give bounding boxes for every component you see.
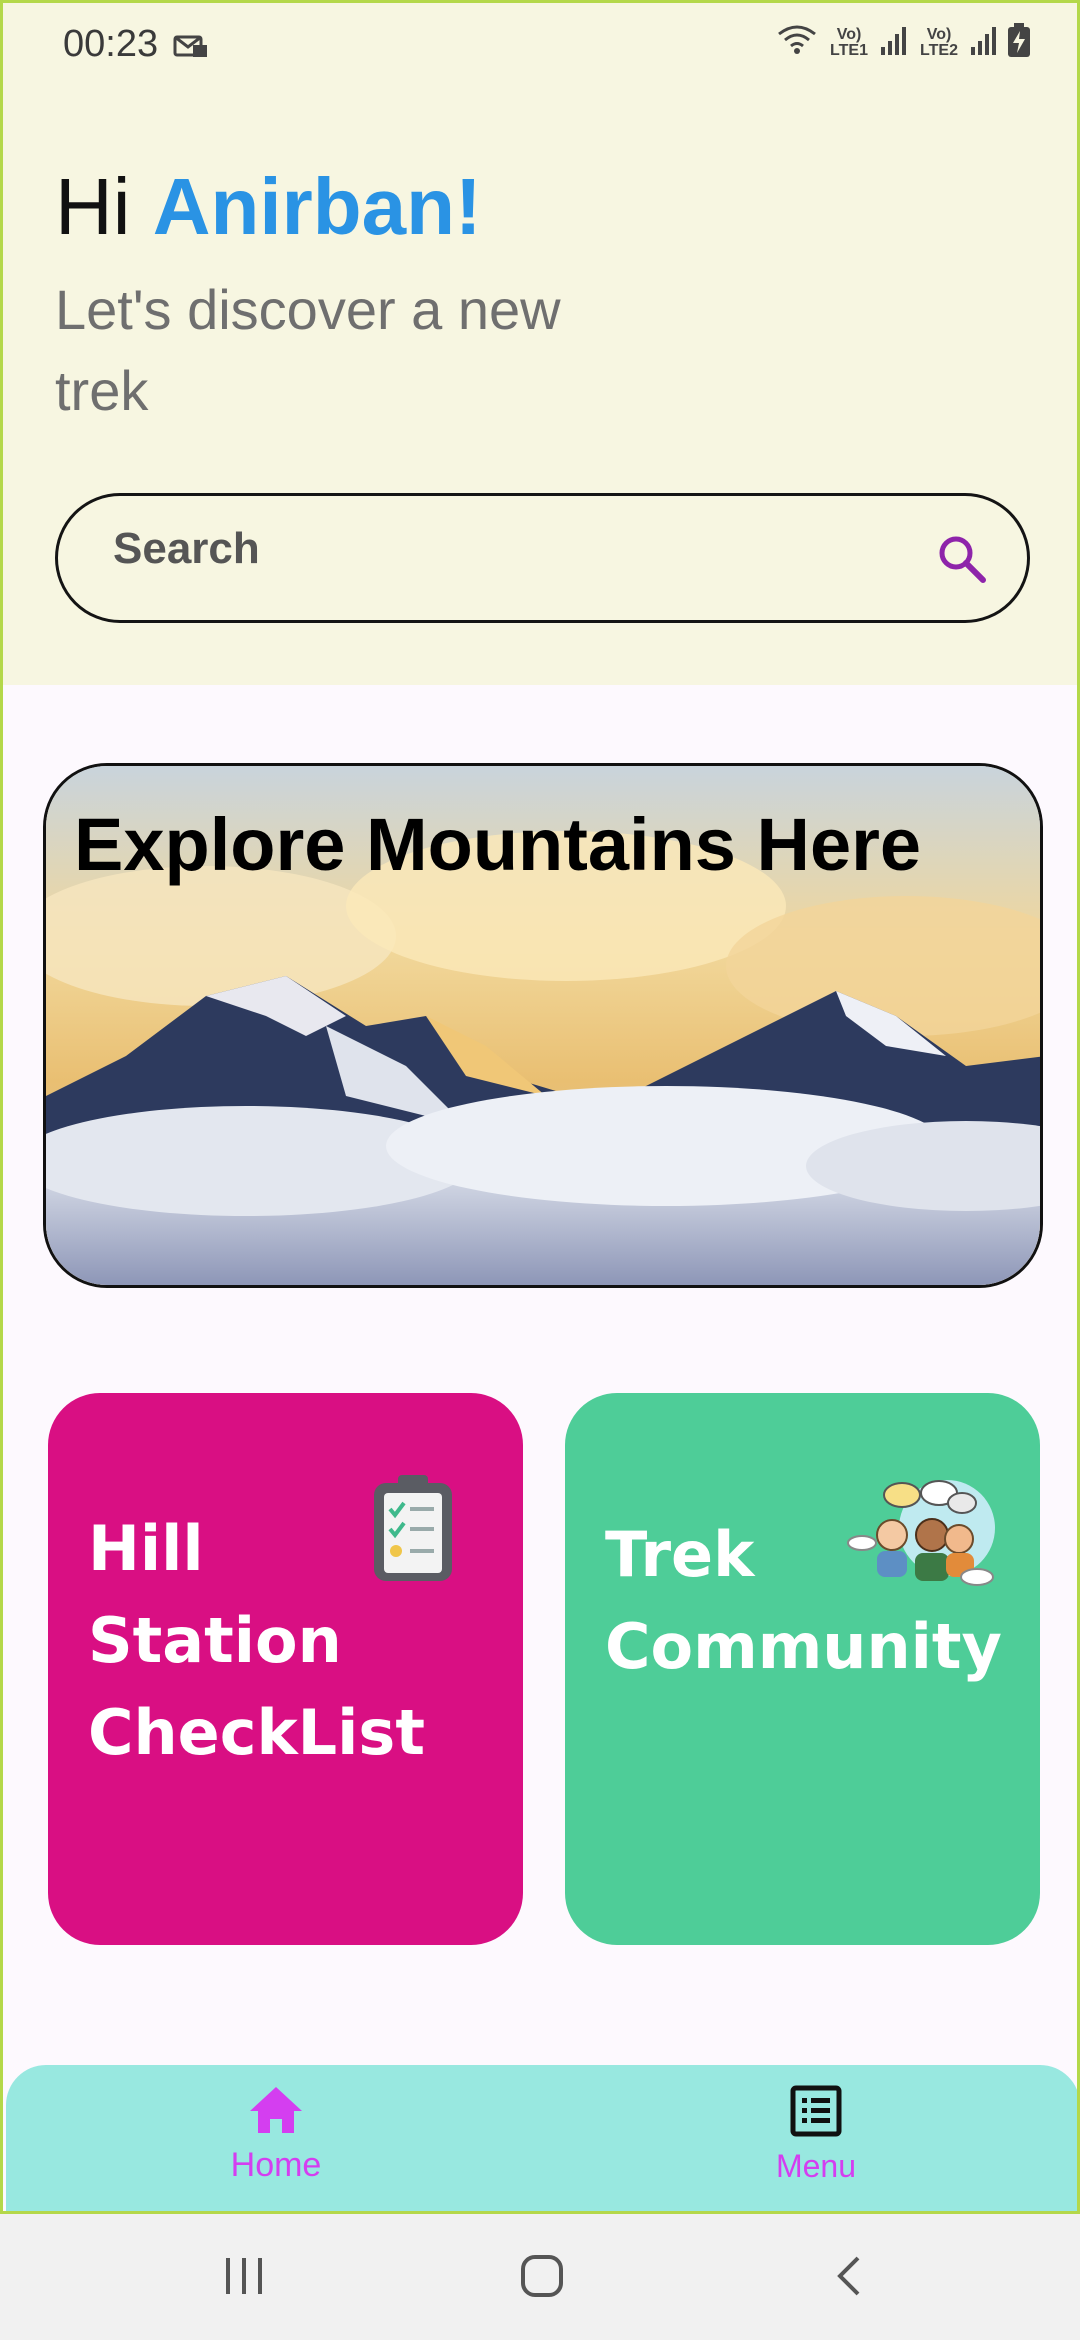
greeting: Hi Anirban! bbox=[55, 161, 482, 253]
mail-icon bbox=[173, 33, 211, 66]
greeting-prefix: Hi bbox=[55, 162, 153, 251]
nav-item-menu[interactable]: Menu bbox=[706, 2085, 926, 2185]
search-bar[interactable]: Search bbox=[55, 493, 1030, 623]
greeting-subtitle: Let's discover a new trek bbox=[55, 278, 561, 422]
signal-icon bbox=[881, 25, 907, 60]
clipboard-checklist-icon bbox=[370, 1473, 456, 1590]
system-navigation-bar bbox=[0, 2214, 1080, 2340]
trek-community-card[interactable]: Trek Community bbox=[565, 1393, 1040, 1945]
banner-title: Explore Mountains Here bbox=[74, 803, 922, 886]
home-button-icon[interactable] bbox=[520, 2254, 564, 2303]
home-icon bbox=[248, 2087, 304, 2139]
wifi-icon bbox=[777, 24, 817, 61]
explore-mountains-banner[interactable]: Explore Mountains Here bbox=[43, 763, 1043, 1288]
hill-station-checklist-card[interactable]: Hill Station CheckList bbox=[48, 1393, 523, 1945]
nav-label-home: Home bbox=[230, 2146, 322, 2184]
user-name: Anirban! bbox=[152, 162, 482, 251]
people-chat-icon bbox=[847, 1473, 997, 1598]
search-input[interactable]: Search bbox=[113, 524, 260, 574]
bottom-navigation: Home Menu bbox=[6, 2065, 1077, 2211]
recent-apps-icon[interactable] bbox=[222, 2254, 266, 2303]
app-screen: 00:23 Vo) LTE1 Vo) LTE2 Hi Anirban! Let'… bbox=[0, 0, 1080, 2214]
search-icon[interactable] bbox=[935, 532, 989, 591]
sim1-label: Vo) LTE1 bbox=[830, 25, 868, 59]
status-icons: Vo) LTE1 Vo) LTE2 bbox=[777, 23, 1031, 62]
signal-icon bbox=[971, 25, 997, 60]
back-icon[interactable] bbox=[828, 2254, 872, 2303]
header: 00:23 Vo) LTE1 Vo) LTE2 Hi Anirban! Let'… bbox=[3, 3, 1077, 685]
nav-label-menu: Menu bbox=[775, 2148, 857, 2184]
nav-item-home[interactable]: Home bbox=[166, 2085, 386, 2185]
status-time: 00:23 bbox=[63, 23, 159, 65]
list-icon bbox=[790, 2085, 842, 2141]
sim2-label: Vo) LTE2 bbox=[920, 25, 958, 59]
battery-charging-icon bbox=[1007, 23, 1031, 62]
card-title: Hill Station CheckList bbox=[88, 1512, 425, 1769]
